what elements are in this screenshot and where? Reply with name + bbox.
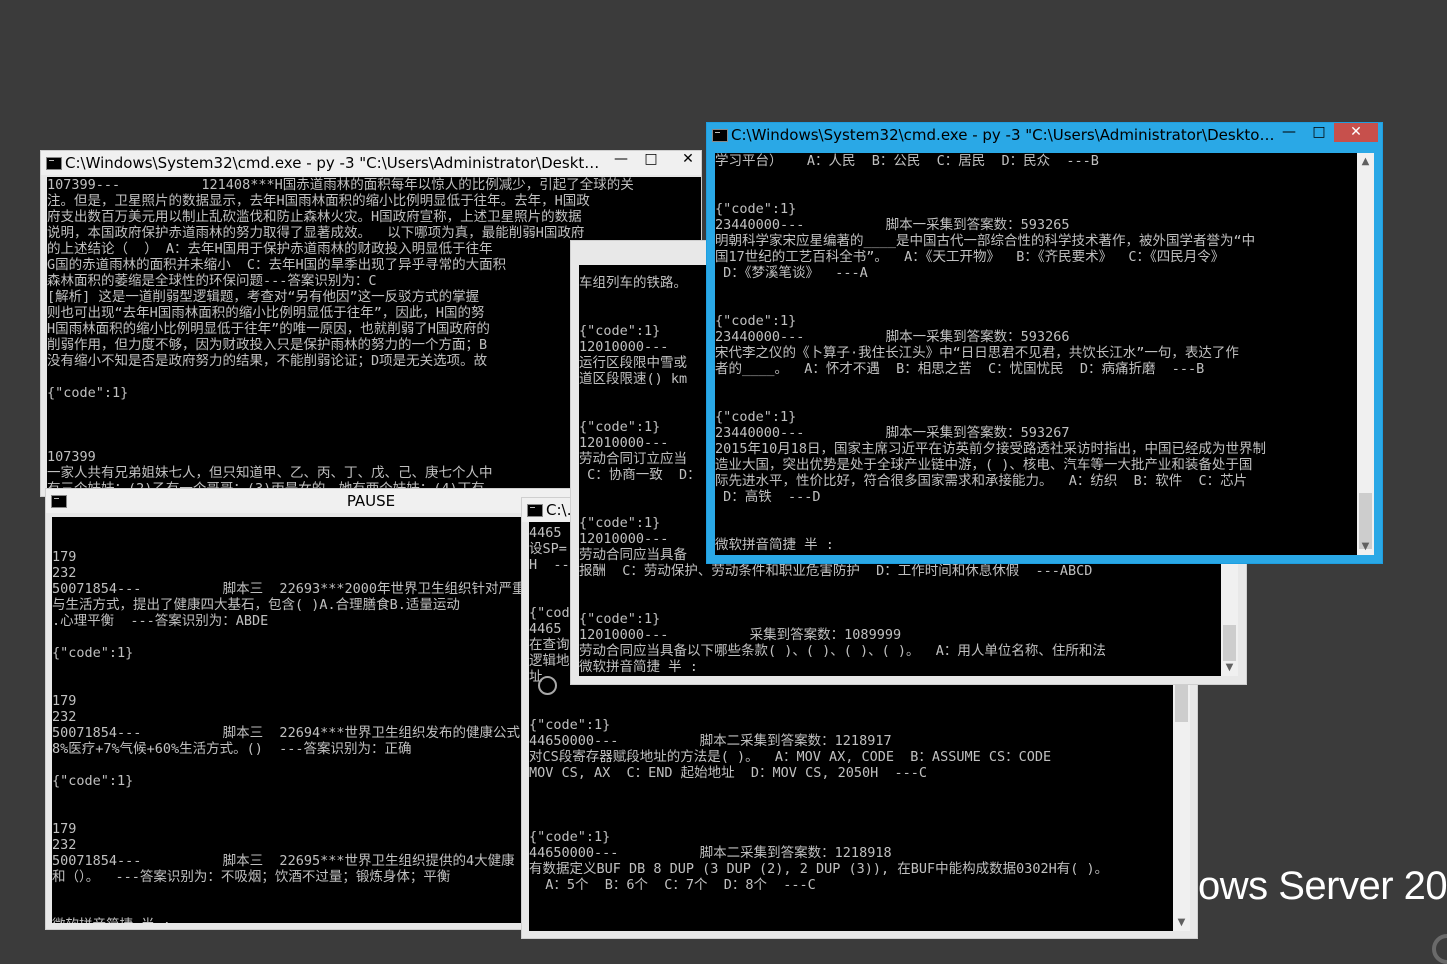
console-line: {"code":1} bbox=[715, 201, 797, 217]
console-line: 者的____。 A：怀才不遇 B：相思之苦 C：忧国忧民 D：病痛折磨 ---B bbox=[715, 361, 1205, 377]
console-line: 明朝科学家宋应星编著的____是中国古代一部综合性的科学技术著作，被外国学者誉为… bbox=[715, 233, 1256, 249]
scroll-down-arrow-icon[interactable]: ▼ bbox=[1173, 914, 1190, 931]
console-line: 府支出数百万美元用以制止乱砍滥伐和防止森林火灾。H国政府宣称，上述卫星照片的数据 bbox=[47, 209, 582, 225]
minimize-button[interactable]: — bbox=[1274, 123, 1304, 142]
console-line: 44650000--- 脚本二采集到答案数：1218917 bbox=[529, 733, 892, 749]
console-line: 造业大国，突出优势是处于全球产业链中游，( )、核电、汽车等一大批产业和装备处于… bbox=[715, 457, 1253, 473]
console-line: D：《梦溪笔谈》 ---A bbox=[715, 265, 868, 281]
console-line: 23440000--- 脚本一采集到答案数：593267 bbox=[715, 425, 1070, 441]
maximize-button[interactable]: □ bbox=[636, 150, 666, 169]
vertical-scrollbar[interactable]: ▲ ▼ bbox=[1357, 153, 1374, 555]
close-button[interactable]: ✕ bbox=[1334, 123, 1378, 142]
window-controls-1: — □ ✕ bbox=[606, 150, 1443, 170]
console-line: 微软拼音简捷 半 : bbox=[715, 537, 834, 553]
maximize-button[interactable]: □ bbox=[1304, 123, 1334, 142]
cmd-icon bbox=[527, 504, 543, 517]
window-title: C:\Windows\System32\cmd.exe - py -3 "C:\… bbox=[65, 154, 605, 172]
console-line: {"code":1} bbox=[529, 717, 611, 733]
console-area[interactable]: 学习平台） A：人民 B：公民 C：居民 D：民众 ---B {"code":1}… bbox=[715, 153, 1374, 555]
console-line: {"code":1} bbox=[715, 313, 797, 329]
title-bar[interactable]: C:\Windows\System32\cmd.exe - py -3 "C:\… bbox=[41, 151, 701, 175]
cmd-icon bbox=[46, 157, 62, 170]
console-line: 对CS段寄存器赋段地址的方法是( )。 A：MOV AX, CODE B：ASS… bbox=[529, 749, 1052, 765]
console-line: {"code":1} bbox=[529, 829, 611, 845]
console-line: {"code":1} bbox=[579, 611, 661, 627]
console-line: 44650000--- 脚本二采集到答案数：1218918 bbox=[529, 845, 892, 861]
cmd-icon bbox=[712, 129, 728, 142]
console-line: 宋代李之仪的《卜算子·我住长江头》中“日日思君不见君，共饮长江水”一句，表达了作 bbox=[715, 345, 1239, 361]
window-controls: — □ ✕ bbox=[1274, 123, 1378, 143]
title-bar[interactable]: C:\Windows\System32\cmd.exe - py -3 "C:\… bbox=[707, 123, 1382, 147]
console-line: 微软拼音简捷 半 : bbox=[579, 659, 698, 675]
loading-ring-icon bbox=[1432, 934, 1447, 964]
scroll-down-arrow-icon[interactable]: ▼ bbox=[1221, 659, 1238, 676]
console-line: 劳动合同应当具备以下哪些条款( )、( )、( )、( )。 A：用人单位名称、… bbox=[579, 643, 1106, 659]
console-line: 2015年10月18日，国家主席习近平在访英前夕接受路透社采访时指出，中国已经成… bbox=[715, 441, 1267, 457]
console-line: 注。但是，卫星照片的数据显示，去年H国雨林面积的缩小比例明显低于往年。去年，H国… bbox=[47, 193, 590, 209]
console-line: D：高铁 ---D bbox=[715, 489, 821, 505]
console-line: 报酬 C：劳动保护、劳动条件和职业危害防护 D：工作时间和休息休假 ---ABC… bbox=[579, 563, 1093, 579]
close-button[interactable]: ✕ bbox=[666, 150, 710, 169]
scroll-down-arrow-icon[interactable]: ▼ bbox=[1357, 538, 1374, 555]
console-line: 23440000--- 脚本一采集到答案数：593265 bbox=[715, 217, 1070, 233]
console-line: A：5个 B：6个 C：7个 D：8个 ---C bbox=[529, 877, 816, 893]
busy-cursor-icon bbox=[538, 676, 557, 695]
console-line: 有数据定义BUF DB 8 DUP (3 DUP (2), 2 DUP (3))… bbox=[529, 861, 1109, 877]
console-window-active[interactable]: C:\Windows\System32\cmd.exe - py -3 "C:\… bbox=[706, 122, 1383, 564]
scroll-thumb[interactable] bbox=[1175, 682, 1188, 722]
console-line: 107399--- 121408***H国赤道雨林的面积每年以惊人的比例减少，引… bbox=[47, 177, 634, 193]
console-output: 学习平台） A：人民 B：公民 C：居民 D：民众 ---B {"code":1}… bbox=[715, 153, 1356, 555]
console-line: 12010000--- 采集到答案数：1089999 bbox=[579, 627, 902, 643]
scroll-thumb[interactable] bbox=[1223, 625, 1236, 661]
console-line: 23440000--- 脚本一采集到答案数：593266 bbox=[715, 329, 1070, 345]
minimize-button[interactable]: — bbox=[606, 150, 636, 169]
window-title: C:\Windows\System32\cmd.exe - py -3 "C:\… bbox=[731, 126, 1276, 144]
console-line: MOV CS, AX C：END 起始地址 D：MOV CS, 2050H --… bbox=[529, 765, 927, 781]
console-line: {"code":1} bbox=[715, 409, 797, 425]
console-line: 国17世纪的工艺百科全书”。 A：《天工开物》 B：《齐民要术》 C：《四民月令… bbox=[715, 249, 1225, 265]
console-line: 际先进水平，性价比好，符合很多国家需求和承接能力。 A：纺织 B：软件 C：芯片 bbox=[715, 473, 1248, 489]
console-line: 说明，本国政府保护赤道雨林的努力取得了显著成效。 以下哪项为真，最能削弱H国政府 bbox=[47, 225, 585, 241]
windows-server-branding: ows Server 2012 bbox=[1198, 864, 1447, 908]
